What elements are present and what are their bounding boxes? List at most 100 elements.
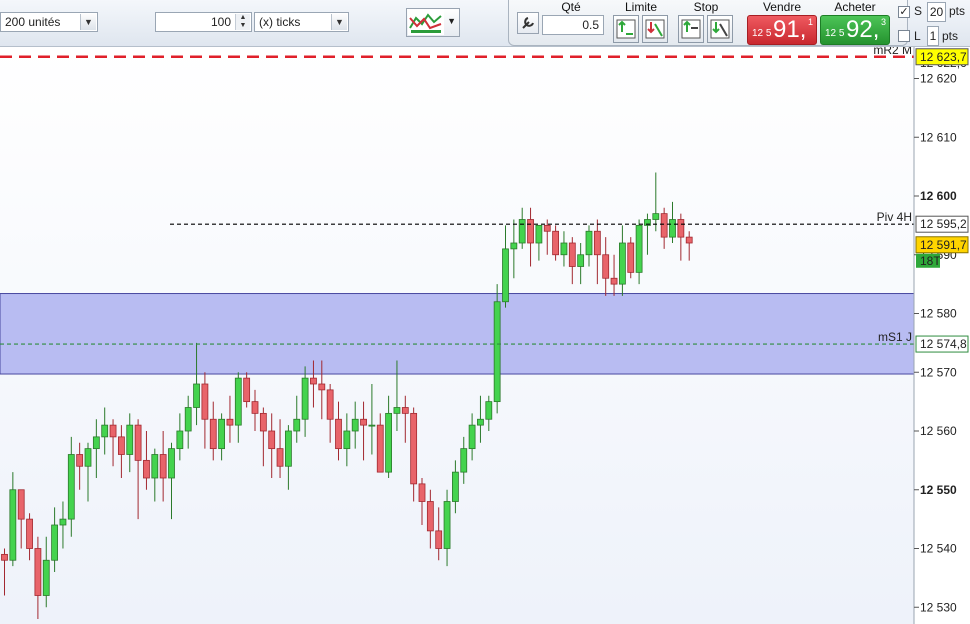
candle-body	[485, 401, 493, 420]
candle-body	[543, 224, 551, 232]
candle-body	[26, 518, 33, 549]
limit-checkbox[interactable]	[898, 30, 910, 42]
price-chart[interactable]: mR2 M Piv 4H mS1 J 12 530 12 540 12 550 12 56…	[0, 47, 970, 624]
candle-body	[9, 489, 17, 561]
units-select-value: 200 unités	[5, 15, 61, 29]
candle-body	[176, 430, 184, 450]
y-tick-label: 12 600	[920, 189, 957, 203]
candle-body	[418, 483, 426, 502]
candle-body	[17, 489, 25, 520]
stop-sell-order-icon	[710, 19, 730, 39]
candle-body	[118, 436, 125, 455]
candle-body	[284, 430, 292, 467]
ticks-quantity-value: 100	[210, 15, 231, 29]
candle-body	[84, 448, 92, 467]
level-line-name: mR2 M	[873, 47, 912, 57]
candle-body	[677, 219, 685, 238]
limit-sell-order-icon	[645, 19, 665, 39]
limit-buy-order-icon	[616, 19, 636, 39]
candle-body	[34, 548, 42, 596]
sell-label: Vendre	[762, 0, 802, 14]
y-tick-label: 12 560	[920, 424, 957, 438]
support-zone	[0, 293, 915, 375]
candle-body	[401, 407, 409, 414]
y-tick-label: 12 540	[920, 542, 957, 556]
ticks-unit-value: (x) ticks	[259, 15, 301, 29]
candle-body	[184, 407, 192, 432]
stop-s-label: S	[914, 4, 923, 18]
candle-body	[610, 277, 618, 285]
buy-price-button[interactable]: 12 5 92, 3	[820, 15, 890, 45]
qty-input[interactable]: 0.5	[542, 15, 604, 35]
candle-body	[468, 424, 476, 450]
candle-body	[593, 230, 601, 256]
candle-body	[143, 459, 150, 479]
stop-buy-button[interactable]	[678, 15, 704, 43]
candle-body	[1, 553, 8, 561]
candle-body	[635, 224, 643, 273]
candle-body	[251, 401, 259, 414]
qty-value: 0.5	[582, 18, 599, 32]
candle-body	[360, 418, 367, 426]
current-price-label: 12 591,7	[920, 238, 967, 252]
candle-body	[159, 454, 167, 479]
tick-timer-label: 18T	[920, 254, 941, 268]
candle-body	[385, 412, 393, 473]
candle-body	[59, 518, 67, 526]
sell-price-button[interactable]: 12 5 91, 1	[747, 15, 817, 45]
units-select[interactable]: 200 unités ▼	[0, 12, 98, 32]
candle-body	[101, 424, 109, 438]
candle-body	[193, 383, 200, 408]
candle-body	[67, 454, 75, 520]
stop-checkbox[interactable]: ✓	[898, 6, 910, 18]
candle-body	[410, 412, 418, 485]
limit-points-unit: pts	[942, 29, 959, 43]
y-tick-label: 12 550	[920, 483, 957, 497]
candle-body	[335, 418, 342, 450]
candle-body	[42, 559, 50, 596]
sell-price-sup: 1	[808, 17, 814, 27]
candle-body	[568, 242, 576, 267]
stop-sell-button[interactable]	[707, 15, 733, 43]
settings-wrench-button[interactable]	[517, 12, 539, 34]
limit-l-label: L	[914, 29, 921, 43]
level-line-name: Piv 4H	[877, 210, 912, 224]
candle-body	[535, 224, 543, 244]
limit-points-value: 1	[929, 29, 937, 43]
candle-body	[435, 530, 443, 549]
limit-points-input[interactable]: 1	[927, 26, 939, 46]
candle-body	[293, 418, 301, 432]
order-toolbar: 200 unités ▼ 100 ▲ ▼ (x) ticks ▼ ▼ Qté 0.…	[0, 0, 970, 47]
trade-panel: Qté 0.5 Limite Stop Vendre 12 5 91, 1 Ac…	[508, 0, 908, 46]
candle-body	[151, 454, 159, 479]
candle-body	[426, 501, 434, 532]
candle-body	[168, 448, 175, 479]
chart-indicators-button[interactable]: ▼	[406, 8, 460, 37]
stop-points-input[interactable]: 20	[927, 2, 946, 22]
ticks-unit-select[interactable]: (x) ticks ▼	[254, 12, 349, 32]
candle-body	[460, 448, 468, 473]
stop-label: Stop	[693, 0, 719, 14]
chevron-down-icon[interactable]: ▼	[331, 14, 347, 30]
chevron-down-icon[interactable]: ▼	[80, 14, 96, 30]
candle-body	[443, 501, 451, 549]
candle-body	[326, 389, 334, 420]
candle-body	[585, 230, 593, 256]
candle-body	[310, 377, 317, 385]
candle-body	[552, 230, 559, 256]
candle-body	[627, 242, 635, 273]
y-tick-label: 12 610	[920, 130, 957, 144]
candle-body	[560, 242, 568, 256]
spinner-arrows-icon[interactable]: ▲ ▼	[235, 14, 250, 30]
candle-body	[276, 448, 284, 467]
limit-buy-button[interactable]	[613, 15, 639, 43]
candle-body	[134, 424, 142, 461]
ticks-quantity-input[interactable]: 100 ▲ ▼	[155, 12, 252, 32]
candle-body	[259, 412, 267, 432]
candle-body	[109, 424, 117, 438]
sell-price-prefix: 12 5	[752, 28, 772, 39]
limit-sell-button[interactable]	[642, 15, 668, 43]
candle-body	[126, 424, 134, 455]
candle-body	[602, 254, 610, 279]
candle-body	[201, 383, 209, 420]
